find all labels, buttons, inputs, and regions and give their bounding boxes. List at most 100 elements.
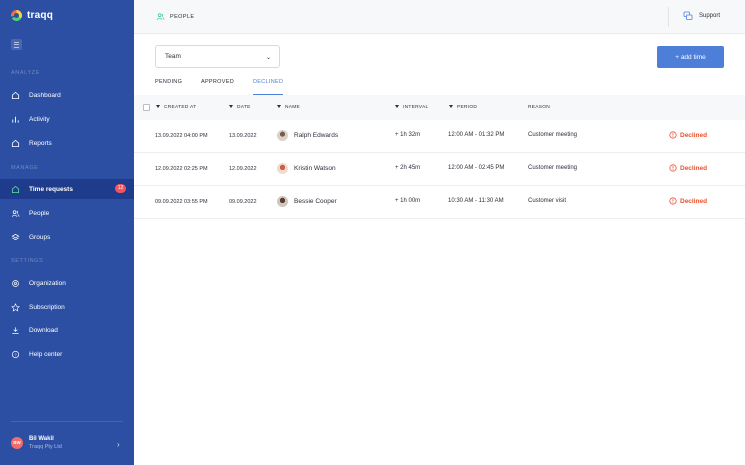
- column-period[interactable]: PERIOD: [449, 105, 477, 110]
- alert-circle-icon: [669, 197, 677, 205]
- app-name: traqq: [27, 10, 53, 21]
- tab-pending[interactable]: PENDING: [155, 79, 182, 95]
- bar-chart-icon: [11, 115, 20, 124]
- table-header: CREATED AT DATE NAME INTERVAL PERIOD REA…: [134, 95, 745, 120]
- sidebar-item-groups[interactable]: Groups: [0, 227, 134, 247]
- created-at: 13.09.2022 04:00 PM: [155, 133, 208, 139]
- tab-approved[interactable]: APPROVED: [201, 79, 234, 95]
- section-label-manage: MANAGE: [11, 165, 39, 171]
- svg-text:?: ?: [14, 351, 17, 356]
- sidebar-item-dashboard[interactable]: Dashboard: [0, 85, 134, 105]
- sort-caret-icon: [277, 105, 281, 108]
- sidebar-item-download[interactable]: Download: [0, 320, 134, 340]
- support-button[interactable]: Support: [683, 11, 720, 21]
- date: 13.09.2022: [229, 133, 257, 139]
- collapse-sidebar-button[interactable]: [11, 39, 22, 50]
- user-company: Traqq Pty Ltd: [29, 444, 62, 450]
- sidebar-divider: [11, 421, 123, 422]
- chevron-down-icon: ⌄: [265, 55, 271, 61]
- reason: Customer meeting: [528, 132, 578, 138]
- table-row[interactable]: 12.09.2022 02:25 PM 12.09.2022 Kristin W…: [134, 153, 745, 186]
- people-icon: [11, 209, 20, 218]
- select-all-checkbox[interactable]: [143, 104, 150, 111]
- sidebar-item-label: Groups: [29, 233, 51, 241]
- column-interval[interactable]: INTERVAL: [395, 105, 428, 110]
- period: 12:00 AM - 01:32 PM: [448, 132, 505, 138]
- breadcrumb: PEOPLE: [156, 12, 194, 21]
- divider: [668, 7, 669, 27]
- chat-icon: [683, 11, 693, 20]
- support-label: Support: [698, 13, 720, 19]
- page-title: PEOPLE: [170, 13, 195, 20]
- sidebar-item-label: Organization: [29, 279, 66, 287]
- home-icon: [11, 185, 20, 194]
- sidebar-item-reports[interactable]: Reports: [0, 133, 134, 153]
- status-badge: Declined: [669, 164, 707, 172]
- sidebar-item-activity[interactable]: Activity: [0, 109, 134, 129]
- add-time-button[interactable]: + add time: [657, 46, 724, 68]
- avatar: [277, 196, 288, 207]
- employee-name: Ralph Edwards: [294, 132, 339, 139]
- section-label-analyze: ANALYZE: [11, 70, 40, 76]
- column-created-at[interactable]: CREATED AT: [156, 105, 196, 110]
- sidebar-item-label: Time requests: [29, 185, 73, 193]
- help-icon: ?: [11, 350, 20, 359]
- gear-icon: [11, 279, 20, 288]
- sidebar-item-label: Download: [29, 326, 58, 334]
- star-icon: [11, 302, 20, 312]
- created-at: 09.09.2022 03:55 PM: [155, 199, 208, 205]
- status-badge: Declined: [669, 197, 707, 205]
- team-select[interactable]: Team ⌄: [155, 45, 280, 68]
- status-badge: Declined: [669, 131, 707, 139]
- period: 10:30 AM - 11:30 AM: [448, 198, 504, 204]
- created-at: 12.09.2022 02:25 PM: [155, 166, 208, 172]
- tab-declined[interactable]: DECLINED: [253, 79, 284, 95]
- table-row[interactable]: 13.09.2022 04:00 PM 13.09.2022 Ralph Edw…: [134, 120, 745, 153]
- column-reason: REASON: [528, 105, 551, 110]
- date: 09.09.2022: [229, 199, 257, 205]
- column-name[interactable]: NAME: [277, 105, 300, 110]
- period: 12:00 AM - 02:45 PM: [448, 165, 505, 171]
- sidebar: traqq ANALYZE Dashboard Activity Reports…: [0, 0, 134, 465]
- employee: Kristin Watson: [277, 163, 336, 174]
- employee: Ralph Edwards: [277, 130, 338, 141]
- sidebar-item-organization[interactable]: Organization: [0, 273, 134, 293]
- avatar: [277, 130, 288, 141]
- employee-name: Bessie Cooper: [294, 198, 337, 205]
- sort-caret-icon: [229, 105, 233, 108]
- date: 12.09.2022: [229, 166, 257, 172]
- section-label-settings: SETTINGS: [11, 258, 44, 264]
- reason: Customer visit: [528, 198, 567, 204]
- table-row[interactable]: 09.09.2022 03:55 PM 09.09.2022 Bessie Co…: [134, 186, 745, 219]
- sort-caret-icon: [395, 105, 399, 108]
- sidebar-item-time-requests[interactable]: Time requests 12: [0, 179, 134, 199]
- employee: Bessie Cooper: [277, 196, 337, 207]
- sidebar-item-label: People: [29, 209, 50, 217]
- sidebar-item-help-center[interactable]: ? Help center: [0, 344, 134, 364]
- user-name: Bil Wakil: [29, 436, 54, 442]
- notification-badge: 12: [115, 184, 126, 193]
- sidebar-item-label: Reports: [29, 139, 52, 147]
- interval: + 1h 00m: [395, 198, 421, 204]
- user-profile[interactable]: BW Bil Wakil Traqq Pty Ltd: [11, 436, 62, 450]
- alert-circle-icon: [669, 131, 677, 139]
- people-icon: [156, 13, 165, 20]
- interval: + 1h 32m: [395, 132, 421, 138]
- interval: + 2h 45m: [395, 165, 421, 171]
- brand[interactable]: traqq: [11, 10, 53, 21]
- column-date[interactable]: DATE: [229, 105, 251, 110]
- team-select-value: Team: [165, 53, 181, 60]
- employee-name: Kristin Watson: [294, 165, 336, 172]
- reason: Customer meeting: [528, 165, 578, 171]
- sidebar-item-subscription[interactable]: Subscription: [0, 297, 134, 317]
- sidebar-item-label: Activity: [29, 115, 50, 123]
- download-icon: [11, 326, 20, 335]
- layers-icon: [11, 233, 20, 242]
- avatar: BW: [11, 437, 23, 449]
- sidebar-item-people[interactable]: People: [0, 203, 134, 223]
- home-icon: [11, 91, 20, 100]
- alert-circle-icon: [669, 164, 677, 172]
- chevron-right-icon[interactable]: ›: [117, 440, 120, 449]
- sort-caret-icon: [156, 105, 160, 108]
- sidebar-item-label: Subscription: [29, 303, 65, 311]
